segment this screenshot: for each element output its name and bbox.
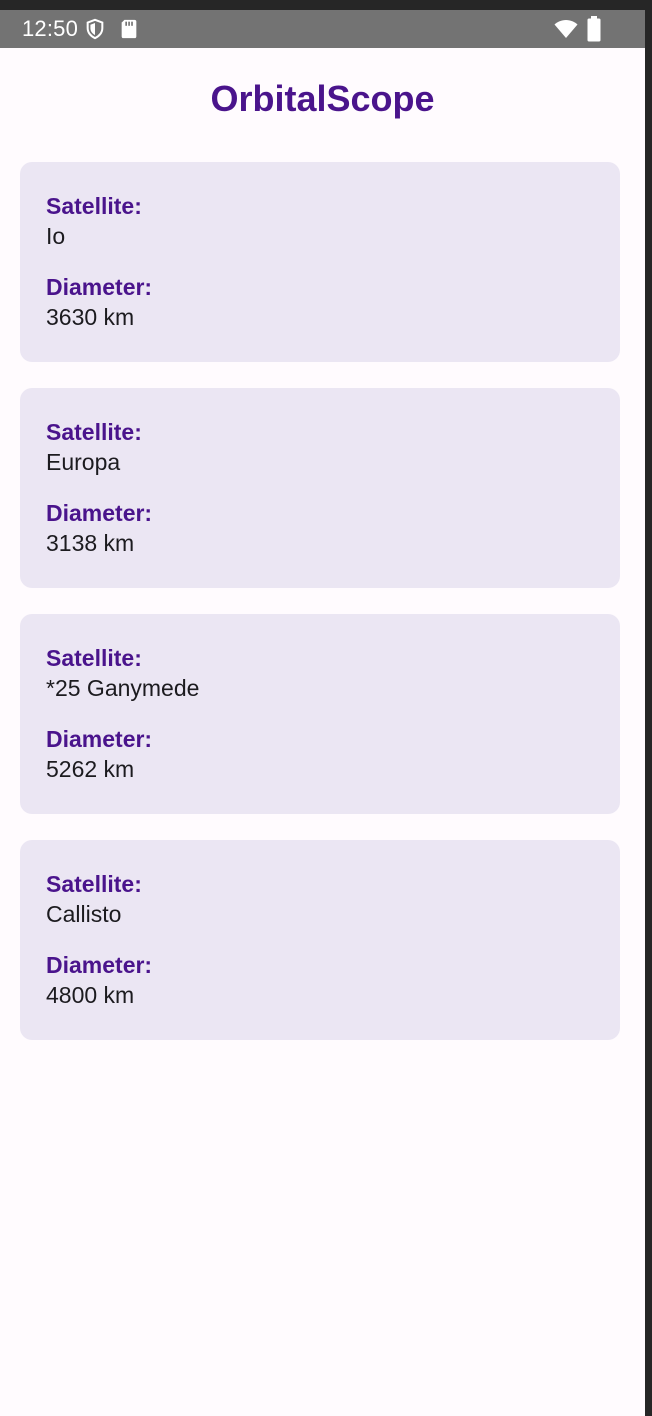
satellite-name: Callisto [46, 901, 122, 927]
satellite-label: Satellite: [46, 419, 142, 445]
status-time: 12:50 [22, 16, 79, 41]
screen-edge [645, 0, 652, 1416]
satellite-card[interactable]: Satellite: Europa Diameter: 3138 km [20, 388, 620, 588]
app-title: OrbitalScope [210, 78, 435, 119]
shield-icon [86, 18, 104, 40]
satellite-card[interactable]: Satellite: Callisto Diameter: 4800 km [20, 840, 620, 1040]
satellite-label: Satellite: [46, 871, 142, 897]
diameter-label: Diameter: [46, 500, 153, 526]
satellite-label: Satellite: [46, 193, 142, 219]
satellite-card[interactable]: Satellite: Io Diameter: 3630 km [20, 162, 620, 362]
device-frame: 12:50 OrbitalScope Satellite: Io Diamete… [0, 0, 652, 1416]
wifi-icon [554, 20, 578, 38]
diameter-label: Diameter: [46, 726, 153, 752]
diameter-label: Diameter: [46, 274, 153, 300]
satellite-card[interactable]: Satellite: *25 Ganymede Diameter: 5262 k… [20, 614, 620, 814]
diameter-label: Diameter: [46, 952, 153, 978]
satellite-list: Satellite: Io Diameter: 3630 km Satellit… [20, 162, 620, 1066]
satellite-diameter: 4800 km [46, 982, 135, 1008]
satellite-diameter: 3630 km [46, 304, 135, 330]
satellite-name: Io [46, 223, 66, 249]
satellite-name: Europa [46, 449, 121, 475]
sd-card-icon [121, 19, 137, 39]
satellite-label: Satellite: [46, 645, 142, 671]
app-screen: OrbitalScope Satellite: Io Diameter: 363… [0, 48, 645, 1416]
battery-icon [587, 16, 601, 42]
satellite-diameter: 5262 km [46, 756, 135, 782]
satellite-name: *25 Ganymede [46, 675, 200, 701]
status-bar: 12:50 [0, 0, 645, 48]
satellite-diameter: 3138 km [46, 530, 135, 556]
